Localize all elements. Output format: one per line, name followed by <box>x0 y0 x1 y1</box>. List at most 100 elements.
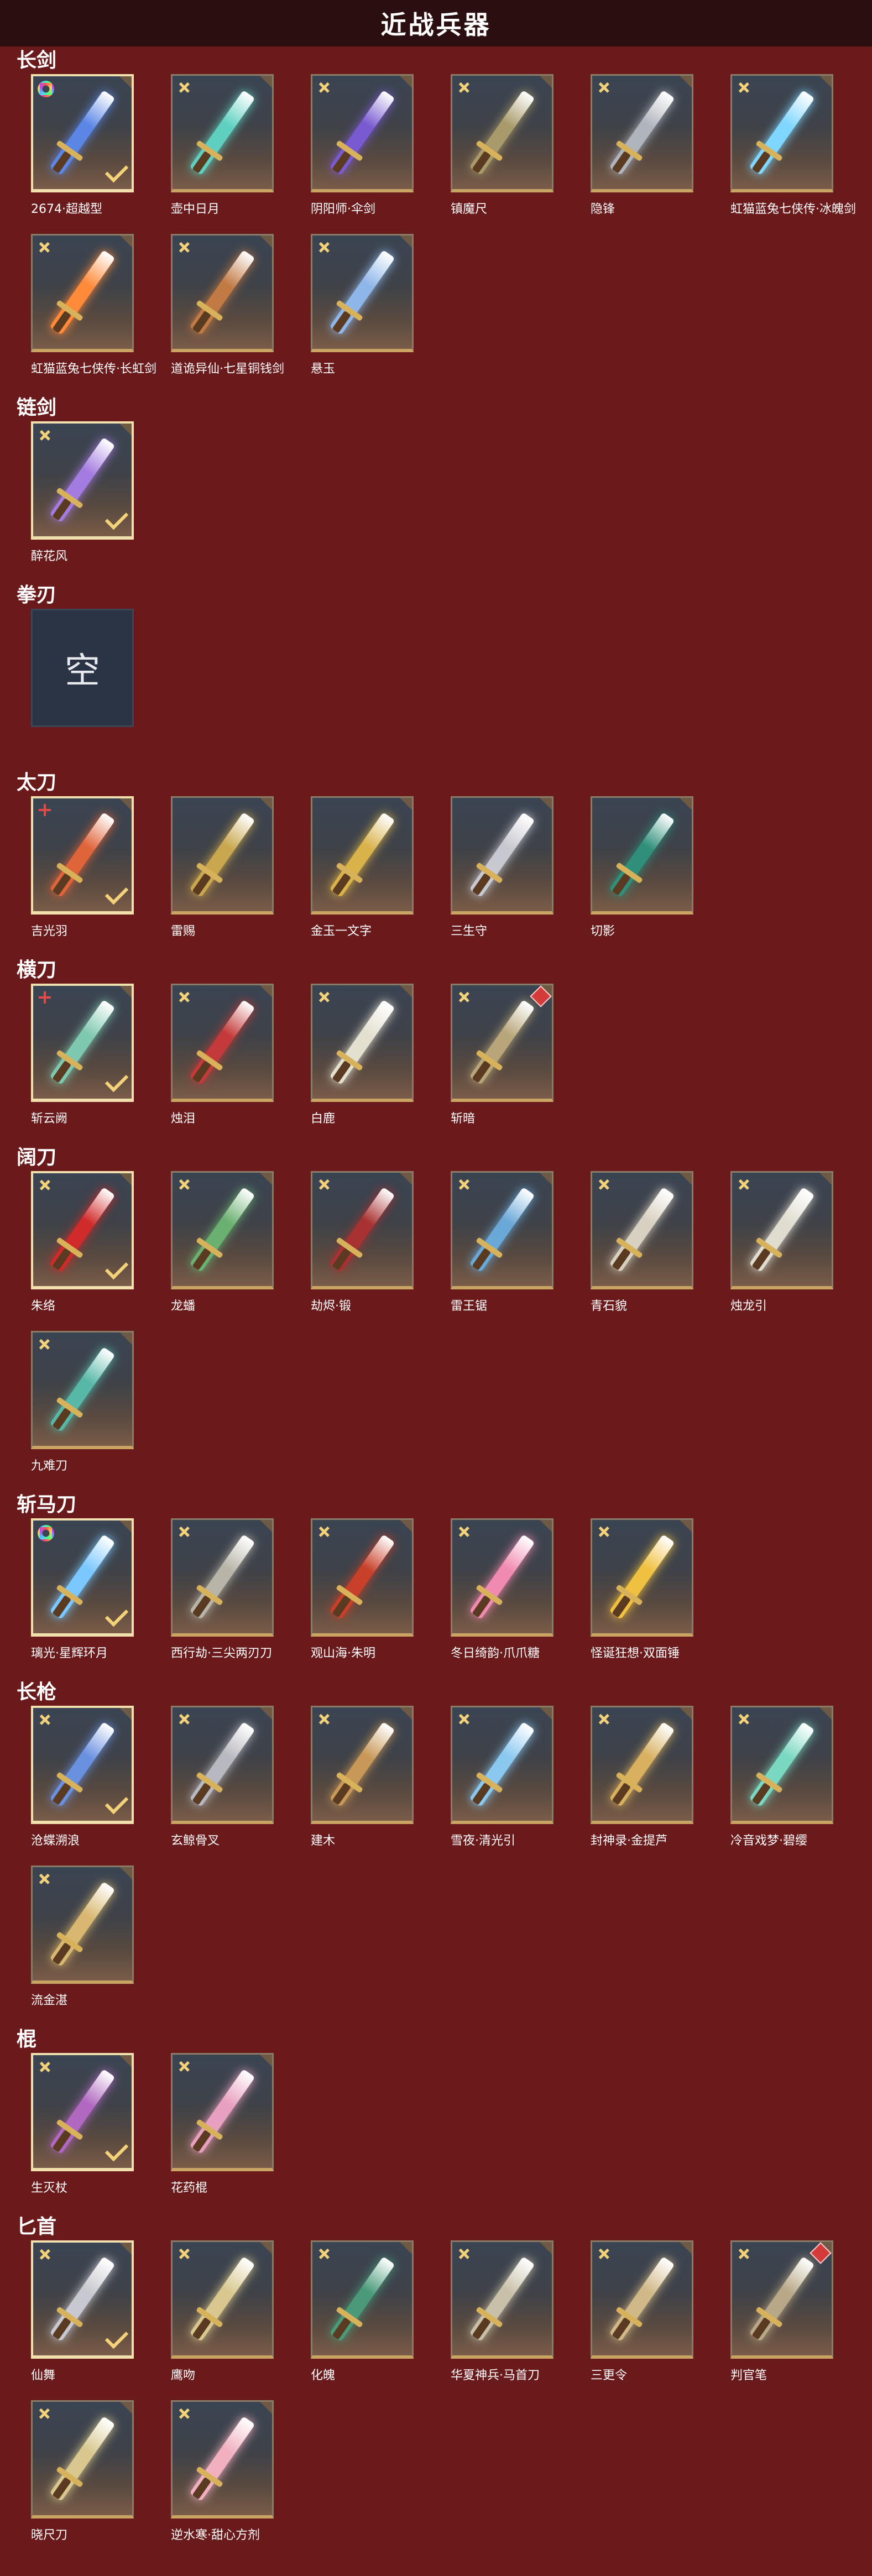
weapon-slot[interactable]: 华夏神兵·马首刀 <box>451 2240 557 2400</box>
weapon-thumbnail[interactable] <box>311 984 414 1102</box>
weapon-slot[interactable]: 雷赐 <box>171 796 277 956</box>
weapon-thumbnail[interactable] <box>730 1171 833 1289</box>
weapon-slot[interactable]: 切影 <box>591 796 697 956</box>
weapon-slot[interactable]: 虹猫蓝兔七侠传·长虹剑 <box>31 234 156 394</box>
weapon-thumbnail[interactable] <box>31 2053 134 2171</box>
weapon-thumbnail[interactable] <box>591 796 693 915</box>
weapon-slot[interactable]: 隐锋 <box>591 74 697 234</box>
weapon-slot[interactable]: 玄鲸骨叉 <box>171 1706 277 1866</box>
weapon-thumbnail[interactable] <box>31 1866 134 1984</box>
weapon-thumbnail[interactable] <box>451 2240 554 2359</box>
weapon-thumbnail[interactable] <box>730 1706 833 1824</box>
gold-star-icon <box>734 1174 754 1195</box>
weapon-thumbnail[interactable] <box>311 1706 414 1824</box>
weapon-slot[interactable]: 建木 <box>311 1706 417 1866</box>
weapon-slot[interactable]: 斩云阙 <box>31 984 137 1143</box>
weapon-thumbnail[interactable] <box>171 1518 274 1637</box>
weapon-thumbnail[interactable] <box>171 2053 274 2171</box>
weapon-slot[interactable]: 虹猫蓝兔七侠传·冰魄剑 <box>730 74 856 234</box>
weapon-thumbnail[interactable] <box>31 796 134 915</box>
weapon-thumbnail[interactable] <box>171 984 274 1102</box>
weapon-slot[interactable]: 仙舞 <box>31 2240 137 2400</box>
weapon-thumbnail[interactable] <box>311 1518 414 1637</box>
weapon-slot[interactable]: 雷王锯 <box>451 1171 557 1331</box>
weapon-thumbnail[interactable] <box>171 1706 274 1824</box>
weapon-slot[interactable]: 三生守 <box>451 796 557 956</box>
weapon-slot[interactable]: 金玉一文字 <box>311 796 417 956</box>
weapon-thumbnail[interactable] <box>171 234 274 352</box>
empty-slot[interactable]: 空 <box>31 609 134 727</box>
weapon-thumbnail[interactable] <box>730 74 833 192</box>
weapon-thumbnail[interactable] <box>311 796 414 915</box>
weapon-slot[interactable]: 烛龙引 <box>730 1171 837 1331</box>
weapon-slot[interactable]: 生灭杖 <box>31 2053 137 2213</box>
weapon-thumbnail[interactable] <box>31 1171 134 1289</box>
weapon-slot[interactable]: 三更令 <box>591 2240 697 2400</box>
weapon-slot[interactable]: 鹰吻 <box>171 2240 277 2400</box>
weapon-slot[interactable]: 化魄 <box>311 2240 417 2400</box>
weapon-thumbnail[interactable] <box>171 1171 274 1289</box>
weapon-thumbnail[interactable] <box>31 1518 134 1637</box>
weapon-slot[interactable]: 龙蟠 <box>171 1171 277 1331</box>
weapon-slot[interactable]: 冬日绮韵·爪爪糖 <box>451 1518 557 1678</box>
weapon-thumbnail[interactable] <box>451 1706 554 1824</box>
weapon-slot[interactable]: 冷音戏梦·碧缨 <box>730 1706 837 1866</box>
weapon-slot[interactable]: 2674·超越型 <box>31 74 137 234</box>
weapon-thumbnail[interactable] <box>31 984 134 1102</box>
weapon-thumbnail[interactable] <box>31 1706 134 1824</box>
weapon-thumbnail[interactable] <box>591 74 693 192</box>
weapon-slot[interactable]: 烛泪 <box>171 984 277 1143</box>
weapon-thumbnail[interactable] <box>591 1706 693 1824</box>
weapon-slot[interactable]: 阴阳师·伞剑 <box>311 74 417 234</box>
weapon-thumbnail[interactable] <box>171 2400 274 2518</box>
weapon-thumbnail[interactable] <box>311 1171 414 1289</box>
weapon-slot[interactable]: 吉光羽 <box>31 796 137 956</box>
weapon-thumbnail[interactable] <box>591 2240 693 2359</box>
weapon-thumbnail[interactable] <box>31 74 134 192</box>
weapon-slot[interactable]: 观山海·朱明 <box>311 1518 417 1678</box>
weapon-slot[interactable]: 九难刀 <box>31 1331 137 1491</box>
weapon-slot[interactable]: 晓尺刀 <box>31 2400 137 2560</box>
weapon-slot[interactable]: 朱络 <box>31 1171 137 1331</box>
weapon-slot[interactable]: 判官笔 <box>730 2240 837 2400</box>
weapon-thumbnail[interactable] <box>451 1171 554 1289</box>
weapon-slot[interactable]: 劫烬·锻 <box>311 1171 417 1331</box>
weapon-slot[interactable]: 斩暗 <box>451 984 557 1143</box>
weapon-slot[interactable]: 西行劫·三尖两刃刀 <box>171 1518 277 1678</box>
corner-tab-icon <box>680 1520 692 1532</box>
weapon-slot[interactable]: 流金湛 <box>31 1866 137 2025</box>
weapon-slot[interactable]: 封神录·金提芦 <box>591 1706 697 1866</box>
weapon-slot[interactable]: 空 <box>31 609 137 769</box>
weapon-thumbnail[interactable] <box>451 1518 554 1637</box>
weapon-slot[interactable]: 道诡异仙·七星铜钱剑 <box>171 234 284 394</box>
weapon-slot[interactable]: 青石貌 <box>591 1171 697 1331</box>
weapon-slot[interactable]: 璃光·星辉环月 <box>31 1518 137 1678</box>
weapon-thumbnail[interactable] <box>451 984 554 1102</box>
weapon-thumbnail[interactable] <box>311 234 414 352</box>
weapon-slot[interactable]: 壶中日月 <box>171 74 277 234</box>
weapon-thumbnail[interactable] <box>311 2240 414 2359</box>
weapon-thumbnail[interactable] <box>31 2240 134 2359</box>
weapon-slot[interactable]: 逆水寒·甜心方剂 <box>171 2400 277 2560</box>
weapon-thumbnail[interactable] <box>31 2400 134 2518</box>
weapon-thumbnail[interactable] <box>730 2240 833 2359</box>
weapon-thumbnail[interactable] <box>31 234 134 352</box>
weapon-thumbnail[interactable] <box>31 1331 134 1449</box>
weapon-thumbnail[interactable] <box>451 74 554 192</box>
weapon-thumbnail[interactable] <box>451 796 554 915</box>
weapon-thumbnail[interactable] <box>171 796 274 915</box>
weapon-slot[interactable]: 怪诞狂想·双面锤 <box>591 1518 697 1678</box>
weapon-slot[interactable]: 悬玉 <box>311 234 417 394</box>
weapon-thumbnail[interactable] <box>31 421 134 540</box>
weapon-slot[interactable]: 醉花风 <box>31 421 137 581</box>
weapon-thumbnail[interactable] <box>171 74 274 192</box>
weapon-slot[interactable]: 雪夜·清光引 <box>451 1706 557 1866</box>
weapon-slot[interactable]: 镇魔尺 <box>451 74 557 234</box>
weapon-slot[interactable]: 沧蝶溯浪 <box>31 1706 137 1866</box>
weapon-thumbnail[interactable] <box>591 1518 693 1637</box>
weapon-thumbnail[interactable] <box>591 1171 693 1289</box>
weapon-slot[interactable]: 白鹿 <box>311 984 417 1143</box>
weapon-thumbnail[interactable] <box>311 74 414 192</box>
weapon-thumbnail[interactable] <box>171 2240 274 2359</box>
weapon-slot[interactable]: 花药棍 <box>171 2053 277 2213</box>
